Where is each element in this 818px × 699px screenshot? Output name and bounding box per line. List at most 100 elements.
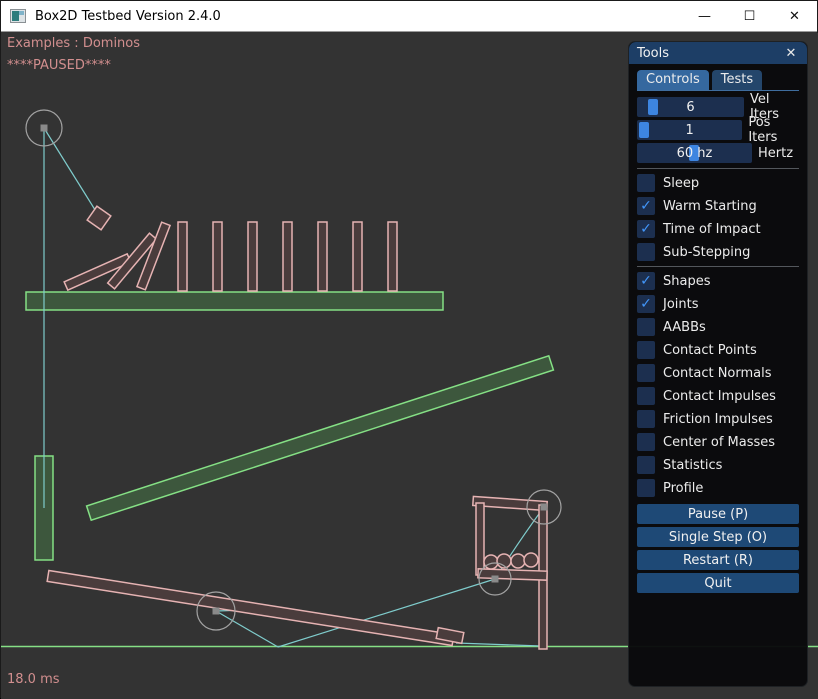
checkmark-icon: ✓: [640, 274, 652, 288]
checkbox-label: Sub-Stepping: [663, 245, 750, 260]
tools-panel: Tools ✕ ControlsTests 6Vel Iters1Pos Ite…: [628, 41, 808, 687]
tab-controls[interactable]: Controls: [637, 70, 709, 90]
upright-domino-2: [213, 222, 222, 291]
domino-platform: [26, 292, 443, 310]
quit-button[interactable]: Quit: [637, 573, 799, 593]
separator: [637, 266, 799, 267]
separator: [637, 168, 799, 169]
slider-value: 60 hz: [637, 143, 752, 163]
cradle-ball-3: [511, 554, 525, 568]
rope-ground-segment: [456, 643, 542, 646]
checkbox-label: Contact Points: [663, 343, 757, 358]
dynamic-bodies: [47, 206, 547, 649]
paused-label: ****PAUSED****: [7, 58, 111, 73]
tools-close-icon[interactable]: ✕: [783, 46, 799, 61]
slider-track[interactable]: 1: [637, 120, 742, 140]
checkbox-box[interactable]: [637, 433, 655, 451]
checkbox-box[interactable]: [637, 364, 655, 382]
checkbox-contact-impulses[interactable]: Contact Impulses: [637, 387, 799, 405]
minimize-button[interactable]: —: [682, 1, 727, 31]
slider-row-pos-iters: 1Pos Iters: [637, 120, 799, 140]
os-titlebar[interactable]: Box2D Testbed Version 2.4.0 — ☐ ✕: [1, 1, 817, 32]
cradle-ball-4: [524, 553, 538, 567]
checkbox-sleep[interactable]: Sleep: [637, 174, 799, 192]
anchor-square-1: [41, 125, 48, 132]
tab-tests[interactable]: Tests: [712, 70, 762, 90]
pulley-anchor-squares: [41, 125, 548, 615]
example-label: Examples : Dominos: [7, 36, 140, 51]
checkbox-shapes[interactable]: ✓ Shapes: [637, 272, 799, 290]
checkbox-box[interactable]: [637, 341, 655, 359]
checkbox-statistics[interactable]: Statistics: [637, 456, 799, 474]
cradle-ball-1: [484, 555, 498, 569]
maximize-button[interactable]: ☐: [727, 1, 772, 31]
upright-domino-4: [283, 222, 292, 291]
slider-section: 6Vel Iters1Pos Iters60 hzHertz: [637, 97, 799, 163]
pause-button[interactable]: Pause (P): [637, 504, 799, 524]
app-icon: [10, 9, 26, 23]
checkmark-icon: ✓: [640, 297, 652, 311]
tab-bar: ControlsTests: [637, 70, 799, 91]
upright-domino-3: [248, 222, 257, 291]
checkbox-box[interactable]: ✓: [637, 220, 655, 238]
slider-label: Pos Iters: [748, 115, 799, 145]
restart-button[interactable]: Restart (R): [637, 550, 799, 570]
checkbox-label: Friction Impulses: [663, 412, 773, 427]
checkbox-box[interactable]: [637, 387, 655, 405]
checkmark-icon: ✓: [640, 199, 652, 213]
anchor-square-2: [213, 608, 220, 615]
checkbox-box[interactable]: ✓: [637, 295, 655, 313]
checkbox-label: Contact Normals: [663, 366, 772, 381]
cradle-left-post: [476, 503, 484, 575]
simulation-canvas[interactable]: Examples : Dominos ****PAUSED**** 18.0 m…: [1, 33, 818, 699]
checkbox-joints[interactable]: ✓ Joints: [637, 295, 799, 313]
checkbox-box[interactable]: [637, 410, 655, 428]
anchor-square-3: [541, 504, 548, 511]
app-window: Box2D Testbed Version 2.4.0 — ☐ ✕: [0, 0, 818, 698]
checkbox-label: Shapes: [663, 274, 710, 289]
rope-to-hanging-block: [44, 128, 97, 213]
checkbox-profile[interactable]: Profile: [637, 479, 799, 497]
upright-domino-5: [318, 222, 327, 291]
checkbox-box[interactable]: ✓: [637, 197, 655, 215]
checkbox-contact-points[interactable]: Contact Points: [637, 341, 799, 359]
checkbox-box[interactable]: [637, 318, 655, 336]
close-button[interactable]: ✕: [772, 1, 817, 31]
checkbox-label: Statistics: [663, 458, 722, 473]
frame-time-label: 18.0 ms: [7, 672, 60, 687]
cradle-shelf: [478, 569, 547, 580]
checkbox-section: Sleep ✓ Warm Starting ✓Time of Impact Sub-St…: [637, 174, 799, 497]
upright-domino-7: [388, 222, 397, 291]
slider-label: Hertz: [758, 146, 793, 161]
slider-row-vel-iters: 6Vel Iters: [637, 97, 799, 117]
slider-track[interactable]: 6: [637, 97, 744, 117]
slider-track[interactable]: 60 hz: [637, 143, 752, 163]
checkbox-box[interactable]: [637, 243, 655, 261]
checkbox-center-of-masses[interactable]: Center of Masses: [637, 433, 799, 451]
tilted-green-plank: [87, 356, 554, 520]
single-step-button[interactable]: Single Step (O): [637, 527, 799, 547]
checkbox-box[interactable]: [637, 174, 655, 192]
slider-value: 1: [637, 120, 742, 140]
checkbox-box[interactable]: [637, 479, 655, 497]
checkbox-time-of-impact[interactable]: ✓Time of Impact: [637, 220, 799, 238]
checkbox-label: Warm Starting: [663, 199, 757, 214]
static-bodies: [26, 292, 553, 560]
checkbox-contact-normals[interactable]: Contact Normals: [637, 364, 799, 382]
checkbox-box[interactable]: ✓: [637, 272, 655, 290]
bottom-plank: [47, 570, 454, 645]
checkbox-label: Contact Impulses: [663, 389, 776, 404]
upright-domino-1: [178, 222, 187, 291]
checkbox-box[interactable]: [637, 456, 655, 474]
checkbox-aabbs[interactable]: AABBs: [637, 318, 799, 336]
checkbox-sub-stepping[interactable]: Sub-Stepping: [637, 243, 799, 261]
checkbox-friction-impulses[interactable]: Friction Impulses: [637, 410, 799, 428]
checkbox-warm-starting[interactable]: ✓ Warm Starting: [637, 197, 799, 215]
window-title: Box2D Testbed Version 2.4.0: [35, 9, 221, 24]
checkbox-label: Joints: [663, 297, 699, 312]
button-section: Pause (P) Single Step (O) Restart (R) Quit: [637, 504, 799, 593]
checkbox-label: AABBs: [663, 320, 706, 335]
checkbox-label: Center of Masses: [663, 435, 775, 450]
tools-panel-titlebar[interactable]: Tools ✕: [629, 42, 807, 64]
slider-row-hertz: 60 hz Hertz: [637, 143, 799, 163]
